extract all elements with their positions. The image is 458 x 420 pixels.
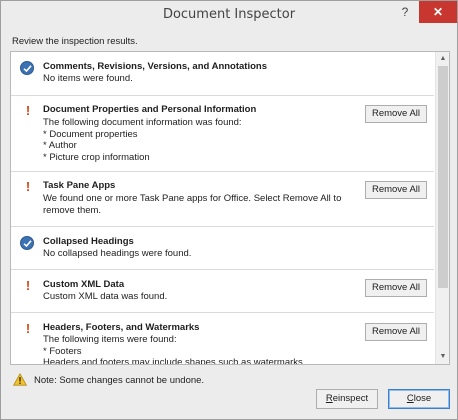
result-row-headers-footers: ! Headers, Footers, and Watermarks The f… bbox=[11, 313, 434, 365]
result-row-document-properties: ! Document Properties and Personal Infor… bbox=[11, 96, 434, 172]
result-title: Collapsed Headings bbox=[43, 236, 134, 247]
remove-all-button[interactable]: Remove All bbox=[365, 105, 427, 123]
result-row-custom-xml: ! Custom XML Data Custom XML data was fo… bbox=[11, 270, 434, 313]
result-description: The following document information was f… bbox=[43, 117, 242, 163]
checkmark-circle-icon bbox=[20, 61, 34, 75]
result-row-comments: Comments, Revisions, Versions, and Annot… bbox=[11, 52, 434, 96]
result-row-task-pane-apps: ! Task Pane Apps We found one or more Ta… bbox=[11, 172, 434, 227]
reinspect-button[interactable]: Reinspect bbox=[316, 389, 378, 409]
result-title: Custom XML Data bbox=[43, 279, 125, 290]
reinspect-label-rest: einspect bbox=[332, 393, 369, 404]
exclamation-icon: ! bbox=[25, 179, 31, 194]
result-row-collapsed-headings: Collapsed Headings No collapsed headings… bbox=[11, 227, 434, 270]
close-button[interactable]: Close bbox=[388, 389, 450, 409]
close-label-rest: lose bbox=[413, 393, 432, 404]
result-description: No collapsed headings were found. bbox=[43, 248, 192, 259]
remove-all-button[interactable]: Remove All bbox=[365, 279, 427, 297]
exclamation-icon: ! bbox=[25, 321, 31, 336]
subtitle: Review the inspection results. bbox=[12, 36, 138, 47]
remove-all-button[interactable]: Remove All bbox=[365, 181, 427, 199]
vertical-scrollbar[interactable]: ▲ ▼ bbox=[435, 52, 449, 364]
warning-triangle-icon bbox=[12, 372, 28, 389]
result-title: Document Properties and Personal Informa… bbox=[43, 104, 257, 115]
close-window-button[interactable]: ✕ bbox=[419, 1, 457, 23]
checkmark-circle-icon bbox=[20, 236, 34, 250]
result-description: Custom XML data was found. bbox=[43, 291, 168, 302]
result-title: Task Pane Apps bbox=[43, 180, 116, 191]
scroll-down-arrow-icon[interactable]: ▼ bbox=[439, 353, 447, 361]
title-bar: Document Inspector ? ✕ bbox=[1, 1, 457, 31]
exclamation-icon: ! bbox=[25, 103, 31, 118]
remove-all-button[interactable]: Remove All bbox=[365, 323, 427, 341]
result-title: Comments, Revisions, Versions, and Annot… bbox=[43, 61, 267, 72]
scroll-thumb[interactable] bbox=[438, 66, 448, 288]
dialog-title: Document Inspector bbox=[162, 7, 296, 22]
undo-warning-note: Note: Some changes cannot be undone. bbox=[34, 375, 205, 386]
result-description: No items were found. bbox=[43, 73, 133, 84]
result-title: Headers, Footers, and Watermarks bbox=[43, 322, 200, 333]
inspection-results-list: Comments, Revisions, Versions, and Annot… bbox=[10, 51, 450, 365]
reinspect-accelerator: R bbox=[325, 393, 333, 404]
help-button[interactable]: ? bbox=[392, 1, 418, 23]
exclamation-icon: ! bbox=[25, 278, 31, 293]
document-inspector-dialog: Document Inspector ? ✕ Review the inspec… bbox=[0, 0, 458, 420]
scroll-up-arrow-icon[interactable]: ▲ bbox=[439, 55, 447, 63]
close-accelerator: C bbox=[406, 393, 414, 404]
result-description: The following items were found: * Footer… bbox=[43, 334, 306, 365]
result-description: We found one or more Task Pane apps for … bbox=[43, 193, 342, 216]
